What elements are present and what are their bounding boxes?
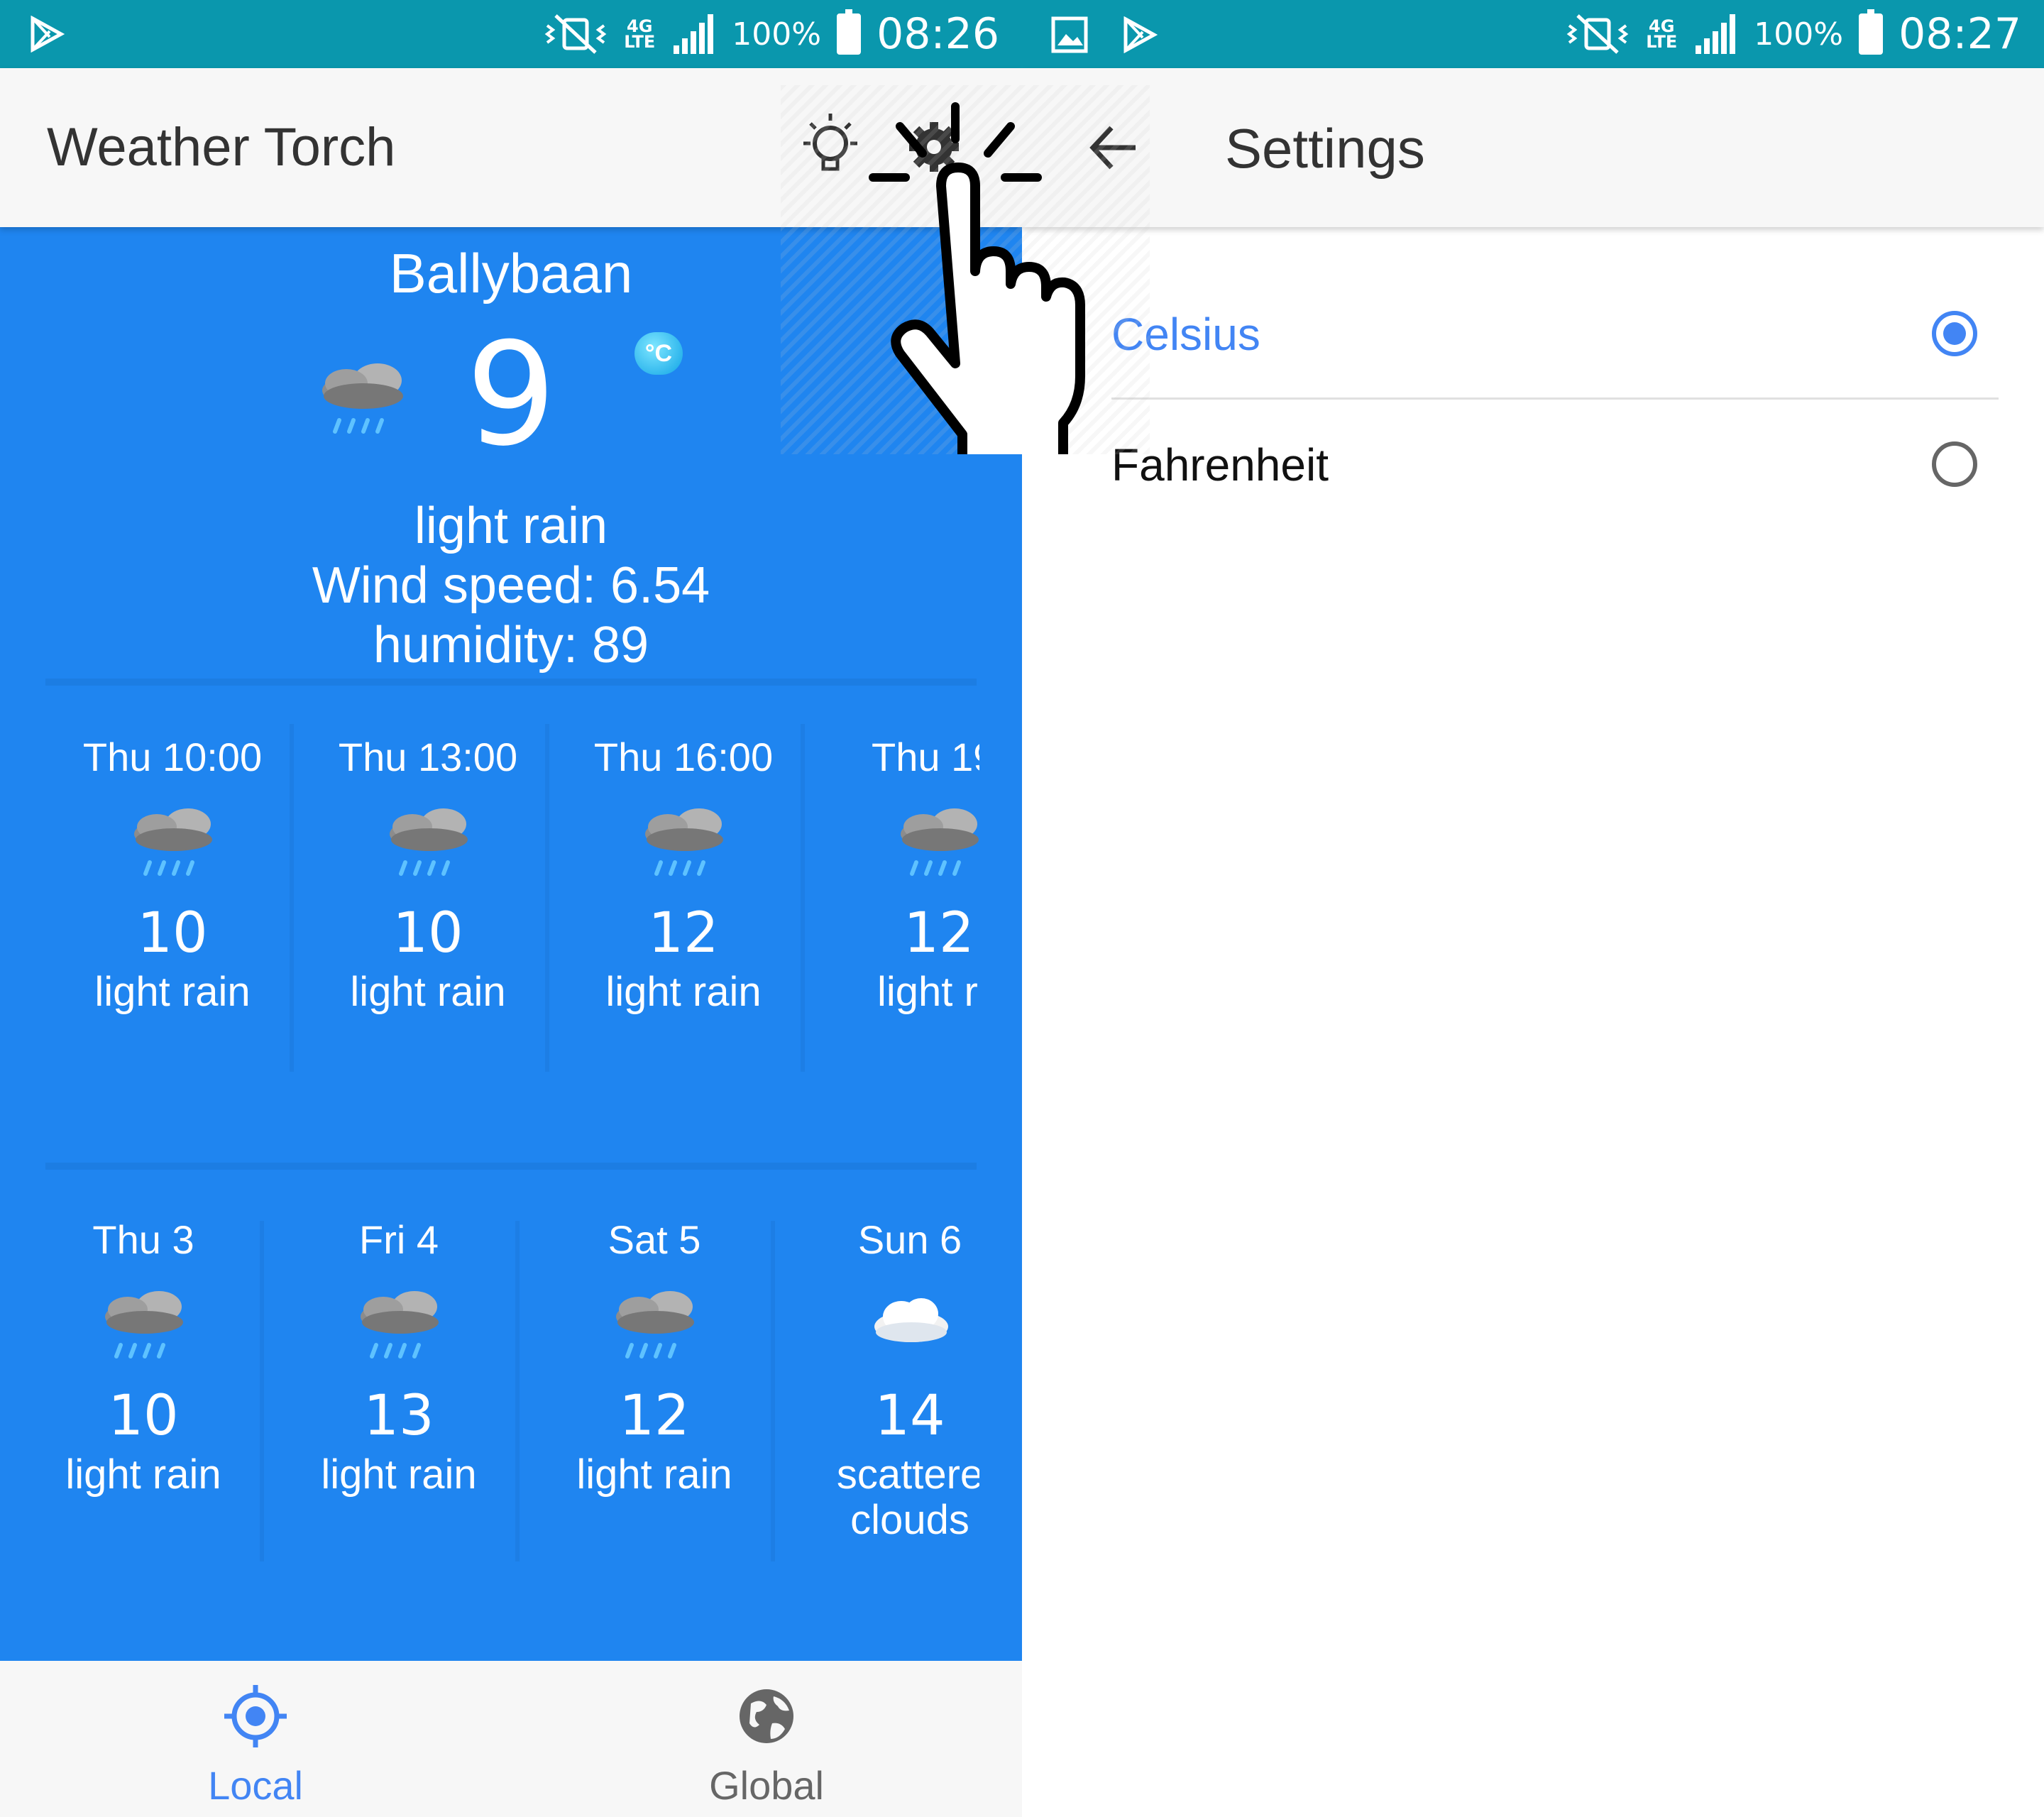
lte-indicator: 4G LTE	[624, 16, 656, 52]
globe-icon	[740, 1689, 793, 1743]
rain-cloud-icon	[390, 808, 468, 876]
column-divider	[515, 1221, 520, 1561]
rain-cloud-icon	[322, 363, 403, 434]
vibrate-mute-icon	[544, 14, 607, 54]
daily-desc: light rain	[321, 1451, 477, 1498]
hourly-time: Thu 10:00	[82, 735, 263, 779]
app-bar: Settings	[1022, 68, 2044, 227]
wind-speed: Wind speed: 6.54	[312, 557, 710, 614]
section-divider	[45, 679, 977, 686]
rain-cloud-icon	[361, 1291, 439, 1358]
settings-screen: 4G LTE 100% 08:27 Settings Celsius Fahren…	[1022, 0, 2044, 1817]
hourly-item[interactable]: Thu 19: 12 light ra	[811, 734, 979, 1015]
lte-indicator: 4G LTE	[1646, 16, 1678, 52]
hourly-desc: light rain	[350, 969, 506, 1015]
status-bar: 4G LTE 100% 08:27	[1022, 0, 2044, 68]
hourly-item[interactable]: Thu 16:00 12 light rain	[556, 734, 811, 1015]
signal-icon	[674, 14, 714, 54]
hourly-time: Thu 19:	[872, 735, 979, 779]
status-bar: 4G LTE 100% 08:26	[0, 0, 1022, 68]
battery-percent: 100%	[1754, 16, 1844, 53]
column-divider	[260, 1221, 264, 1561]
column-divider	[801, 724, 805, 1072]
hourly-temp: 12	[903, 901, 974, 965]
location-target-icon	[224, 1685, 287, 1747]
rain-cloud-icon	[134, 808, 212, 876]
forecast-area: Thu 10:00 10 light rain Thu 13:00 10 lig…	[0, 703, 979, 1696]
rain-cloud-icon	[616, 1291, 694, 1358]
status-time: 08:26	[877, 9, 999, 59]
option-fahrenheit[interactable]: Fahrenheit	[1111, 403, 1999, 531]
nav-local[interactable]: Local	[114, 1682, 397, 1808]
daily-desc: scattere clouds	[836, 1451, 979, 1543]
radio-fahrenheit[interactable]	[1932, 441, 1977, 487]
vibrate-mute-icon	[1566, 14, 1629, 54]
column-divider	[545, 724, 549, 1072]
nav-global[interactable]: Global	[625, 1682, 908, 1808]
hourly-temp: 12	[648, 901, 719, 965]
column-divider	[290, 724, 294, 1072]
daily-day: Sun 6	[857, 1217, 962, 1262]
rain-cloud-icon	[645, 808, 723, 876]
column-divider	[771, 1221, 775, 1561]
daily-temp: 14	[874, 1384, 945, 1448]
bottom-navigation: Local Global	[0, 1661, 1022, 1817]
rain-cloud-icon	[901, 808, 979, 876]
status-time: 08:27	[1899, 9, 2021, 59]
app-title: Weather Torch	[47, 117, 396, 177]
tap-hand-icon	[869, 102, 1085, 471]
battery-percent: 100%	[732, 16, 822, 53]
hourly-desc: light rain	[605, 969, 762, 1015]
battery-icon	[1859, 9, 1884, 55]
daily-day: Thu 3	[92, 1217, 194, 1262]
daily-day: Fri 4	[359, 1217, 439, 1262]
option-divider	[1111, 397, 1999, 400]
section-divider	[45, 1163, 977, 1170]
daily-desc: light rain	[576, 1451, 732, 1498]
hourly-desc: light ra	[877, 969, 979, 1015]
play-store-icon	[1123, 16, 1158, 53]
daily-temp: 10	[108, 1384, 179, 1448]
cloud-icon	[874, 1298, 948, 1342]
daily-item[interactable]: Sat 5 12 light rain	[527, 1217, 782, 1498]
hourly-temp: 10	[137, 901, 208, 965]
gallery-icon	[1051, 16, 1088, 53]
tap-hand-overlay	[781, 85, 1150, 471]
hourly-desc: light rain	[94, 969, 251, 1015]
hourly-temp: 10	[392, 901, 463, 965]
hourly-item[interactable]: Thu 13:00 10 light rain	[300, 734, 556, 1015]
signal-icon	[1696, 14, 1736, 54]
battery-icon	[837, 9, 862, 55]
daily-item[interactable]: Sun 6 14 scattere clouds	[782, 1217, 979, 1543]
current-description: light rain	[414, 498, 608, 554]
rain-cloud-icon	[105, 1291, 183, 1358]
daily-desc: light rain	[65, 1451, 221, 1498]
daily-item[interactable]: Thu 3 10 light rain	[16, 1217, 271, 1498]
hourly-item[interactable]: Thu 10:00 10 light rain	[45, 734, 300, 1015]
nav-global-label: Global	[709, 1763, 824, 1808]
daily-day: Sat 5	[608, 1217, 701, 1262]
play-store-icon	[31, 16, 65, 53]
current-temperature: 9	[466, 312, 556, 478]
unit-toggle-badge[interactable]: °C	[634, 332, 683, 375]
daily-temp: 12	[619, 1384, 690, 1448]
radio-celsius[interactable]	[1932, 311, 1977, 356]
option-celsius[interactable]: Celsius	[1111, 273, 1999, 400]
daily-temp: 13	[363, 1384, 434, 1448]
hourly-time: Thu 13:00	[338, 735, 518, 779]
hourly-time: Thu 16:00	[593, 735, 774, 779]
humidity: humidity: 89	[373, 617, 649, 674]
page-title: Settings	[1225, 117, 1425, 180]
nav-local-label: Local	[208, 1763, 303, 1808]
daily-item[interactable]: Fri 4 13 light rain	[271, 1217, 527, 1498]
